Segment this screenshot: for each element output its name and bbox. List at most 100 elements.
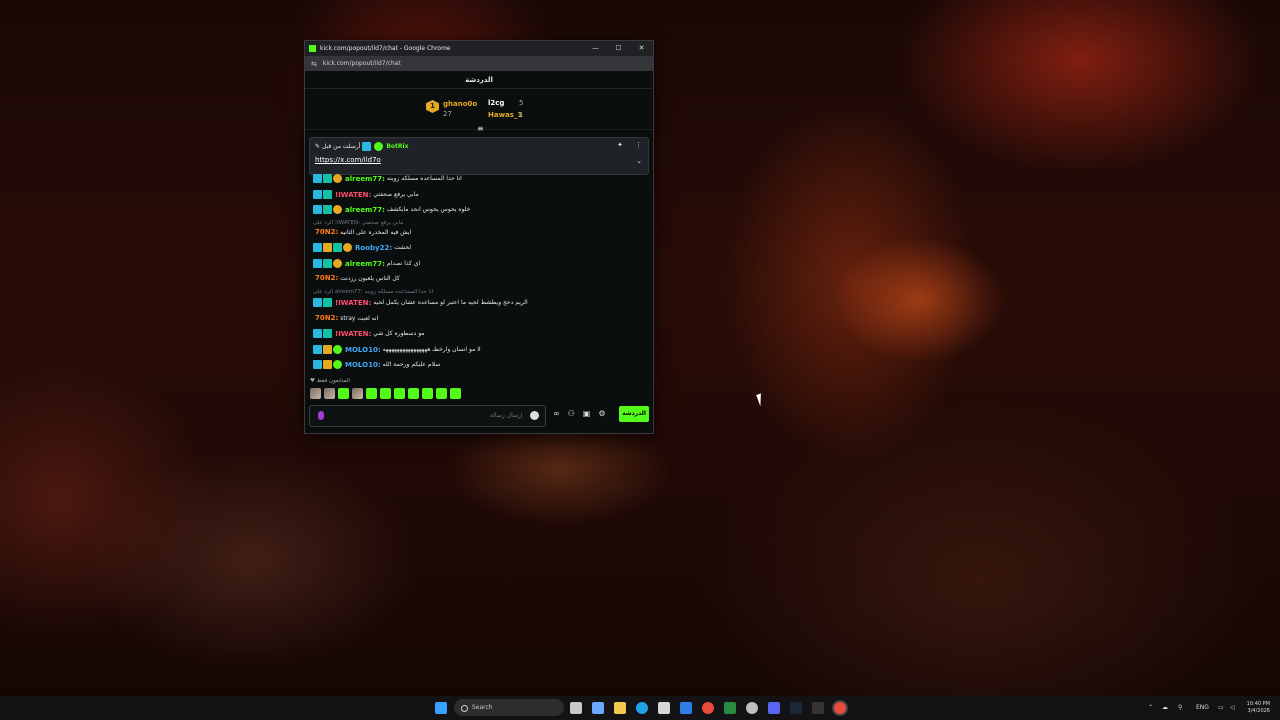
chat-input[interactable]: إرسال رسالة <box>309 405 546 427</box>
chat-message[interactable]: alreem77: انا حدا المساعده مسلكه زوينه <box>313 174 462 183</box>
emote-icon[interactable] <box>310 388 321 399</box>
chat-message[interactable]: 70N2: ايش فيه المخدره على الثانيه <box>313 228 411 236</box>
gifter-badge-icon <box>343 243 352 252</box>
pinned-link[interactable]: https://x.com/ild7o <box>315 156 381 164</box>
leader-second-name[interactable]: l2cg <box>488 99 504 107</box>
pinned-author[interactable]: BotRix <box>386 143 408 150</box>
chat-username[interactable]: Rooby22: <box>355 244 392 252</box>
chat-username[interactable]: alreem77: <box>345 206 385 214</box>
github-icon[interactable] <box>746 702 758 714</box>
chat-message[interactable]: 70N2: كل الناس يلعبون رزدنت <box>313 274 400 282</box>
gifter-badge-icon <box>333 205 342 214</box>
system-clock[interactable]: 10:40 PM 3/4/2026 <box>1247 701 1270 715</box>
windows-start-icon[interactable] <box>435 702 447 714</box>
emote-icon[interactable] <box>380 388 391 399</box>
emote-icon[interactable] <box>450 388 461 399</box>
gifter-badge-icon <box>333 259 342 268</box>
pinned-message[interactable]: ✎ أرسلت من قبل BotRix ✦ ⋮ https://x.com/… <box>309 137 649 175</box>
network-icon[interactable]: ▭ <box>1218 696 1224 720</box>
settings-gear-icon[interactable]: ⚙ <box>598 409 605 418</box>
chat-text: مابي يرفع صحفتي <box>373 191 419 198</box>
search-icon <box>461 705 468 712</box>
followers-only-label: ♥ المتابعون فقط <box>310 378 350 384</box>
users-icon[interactable]: ⚇ <box>568 409 575 418</box>
chat-message[interactable]: alreem77: اي كذا تصدام <box>313 259 420 268</box>
emote-icon[interactable] <box>352 388 363 399</box>
chat-username[interactable]: MOLO10: <box>345 361 381 369</box>
chevron-down-icon[interactable]: ⌄ <box>636 157 642 165</box>
chat-message[interactable]: alreem77: خلوه يحوس يحوس انحد مايكشف <box>313 205 470 214</box>
emote-icon[interactable] <box>338 388 349 399</box>
moderator-badge-icon <box>313 205 322 214</box>
moderator-badge-icon <box>313 329 322 338</box>
steam-icon[interactable] <box>790 702 802 714</box>
discord-icon[interactable] <box>768 702 780 714</box>
chat-username[interactable]: 70N2: <box>315 314 338 322</box>
crown-badge-icon <box>323 360 332 369</box>
send-chat-button[interactable]: الدردشة <box>619 406 649 422</box>
store-icon[interactable] <box>658 702 670 714</box>
moderator-badge-icon <box>313 190 322 199</box>
emote-icon[interactable] <box>436 388 447 399</box>
chat-username[interactable]: !IWATEN: <box>335 299 371 307</box>
chat-username[interactable]: alreem77: <box>345 175 385 183</box>
chat-message[interactable]: !IWATEN: الريم دحج ويطشط لحيه ما اعتبر لو… <box>313 298 528 307</box>
onedrive-icon[interactable]: ☁ <box>1162 696 1168 720</box>
desktop-wallpaper: kick.com/popout/ild7/chat - Google Chrom… <box>0 0 1280 720</box>
leader-first-name[interactable]: ghano0o <box>443 100 477 108</box>
chat-message[interactable]: !IWATEN: مو دسطوره كل شي <box>313 329 425 338</box>
close-button[interactable]: ✕ <box>630 41 653 56</box>
language-indicator[interactable]: ENG <box>1196 696 1209 720</box>
emote-icon[interactable] <box>324 388 335 399</box>
reply-context[interactable]: الرد على !IWATEN: مابي يرفع صحفتي <box>313 220 403 226</box>
collapse-leaderboard-icon[interactable]: ≡ <box>477 124 484 133</box>
chrome-icon[interactable] <box>702 702 714 714</box>
chrome-active-icon[interactable] <box>834 702 846 714</box>
link-icon[interactable]: ∞ <box>553 409 560 418</box>
site-settings-icon[interactable]: ⇆ <box>311 60 317 68</box>
emote-icon[interactable] <box>408 388 419 399</box>
excel-icon[interactable] <box>724 702 736 714</box>
chat-text: ايش فيه المخدره على الثانيه <box>340 228 412 236</box>
emote-icon[interactable] <box>366 388 377 399</box>
chat-username[interactable]: 70N2: <box>315 274 338 282</box>
widgets-icon[interactable] <box>592 702 604 714</box>
chat-username[interactable]: MOLO10: <box>345 346 381 354</box>
microphone-tray-icon[interactable]: ⚲ <box>1178 696 1182 720</box>
chat-username[interactable]: 70N2: <box>315 228 338 236</box>
chat-username[interactable]: !IWATEN: <box>335 191 371 199</box>
maximize-button[interactable]: ☐ <box>607 41 630 56</box>
volume-icon[interactable]: ◁ <box>1230 696 1235 720</box>
task-view-icon[interactable] <box>570 702 582 714</box>
address-bar[interactable]: ⇆ kick.com/popout/ild7/chat <box>305 56 653 71</box>
chat-message[interactable]: Rooby22: لحشت <box>313 243 411 252</box>
minimize-button[interactable]: — <box>584 41 607 56</box>
window-titlebar[interactable]: kick.com/popout/ild7/chat - Google Chrom… <box>305 41 653 56</box>
chat-message[interactable]: 70N2: stray انه لعبت <box>313 314 378 322</box>
unpin-icon[interactable]: ✦ <box>617 141 623 149</box>
reply-context[interactable]: الرد على alreem77: انا حدا المساعده مسلك… <box>313 289 433 295</box>
chat-username[interactable]: !IWATEN: <box>335 330 371 338</box>
verified-badge-icon <box>333 360 342 369</box>
microphone-icon[interactable] <box>318 411 324 420</box>
app-icon[interactable] <box>812 702 824 714</box>
chat-text: انا حدا المساعده مسلكه زوينه <box>386 175 462 182</box>
tray-chevron-icon[interactable]: ⌃ <box>1148 696 1153 720</box>
taskbar-search[interactable]: Search <box>454 699 564 716</box>
file-explorer-icon[interactable] <box>614 702 626 714</box>
url-text[interactable]: kick.com/popout/ild7/chat <box>323 60 401 67</box>
chat-username[interactable]: alreem77: <box>345 260 385 268</box>
mail-icon[interactable] <box>680 702 692 714</box>
emote-icon[interactable] <box>422 388 433 399</box>
chat-message[interactable]: MOLO10: سلام عليكم ورحمة الله <box>313 360 440 369</box>
chat-message[interactable]: !IWATEN: مابي يرفع صحفتي <box>313 190 419 199</box>
emoji-picker-icon[interactable] <box>530 411 539 420</box>
emote-icon[interactable] <box>394 388 405 399</box>
leader-third-name[interactable]: Hawas_1 <box>488 111 522 119</box>
verified-badge-icon <box>374 142 384 151</box>
edge-icon[interactable] <box>636 702 648 714</box>
chat-message[interactable]: MOLO10: لا مو انسان وارخطـ هههههههههههههه… <box>313 345 481 354</box>
gift-icon[interactable]: ▣ <box>583 409 591 418</box>
chat-text: اي كذا تصدام <box>386 260 421 267</box>
more-options-icon[interactable]: ⋮ <box>635 141 642 149</box>
